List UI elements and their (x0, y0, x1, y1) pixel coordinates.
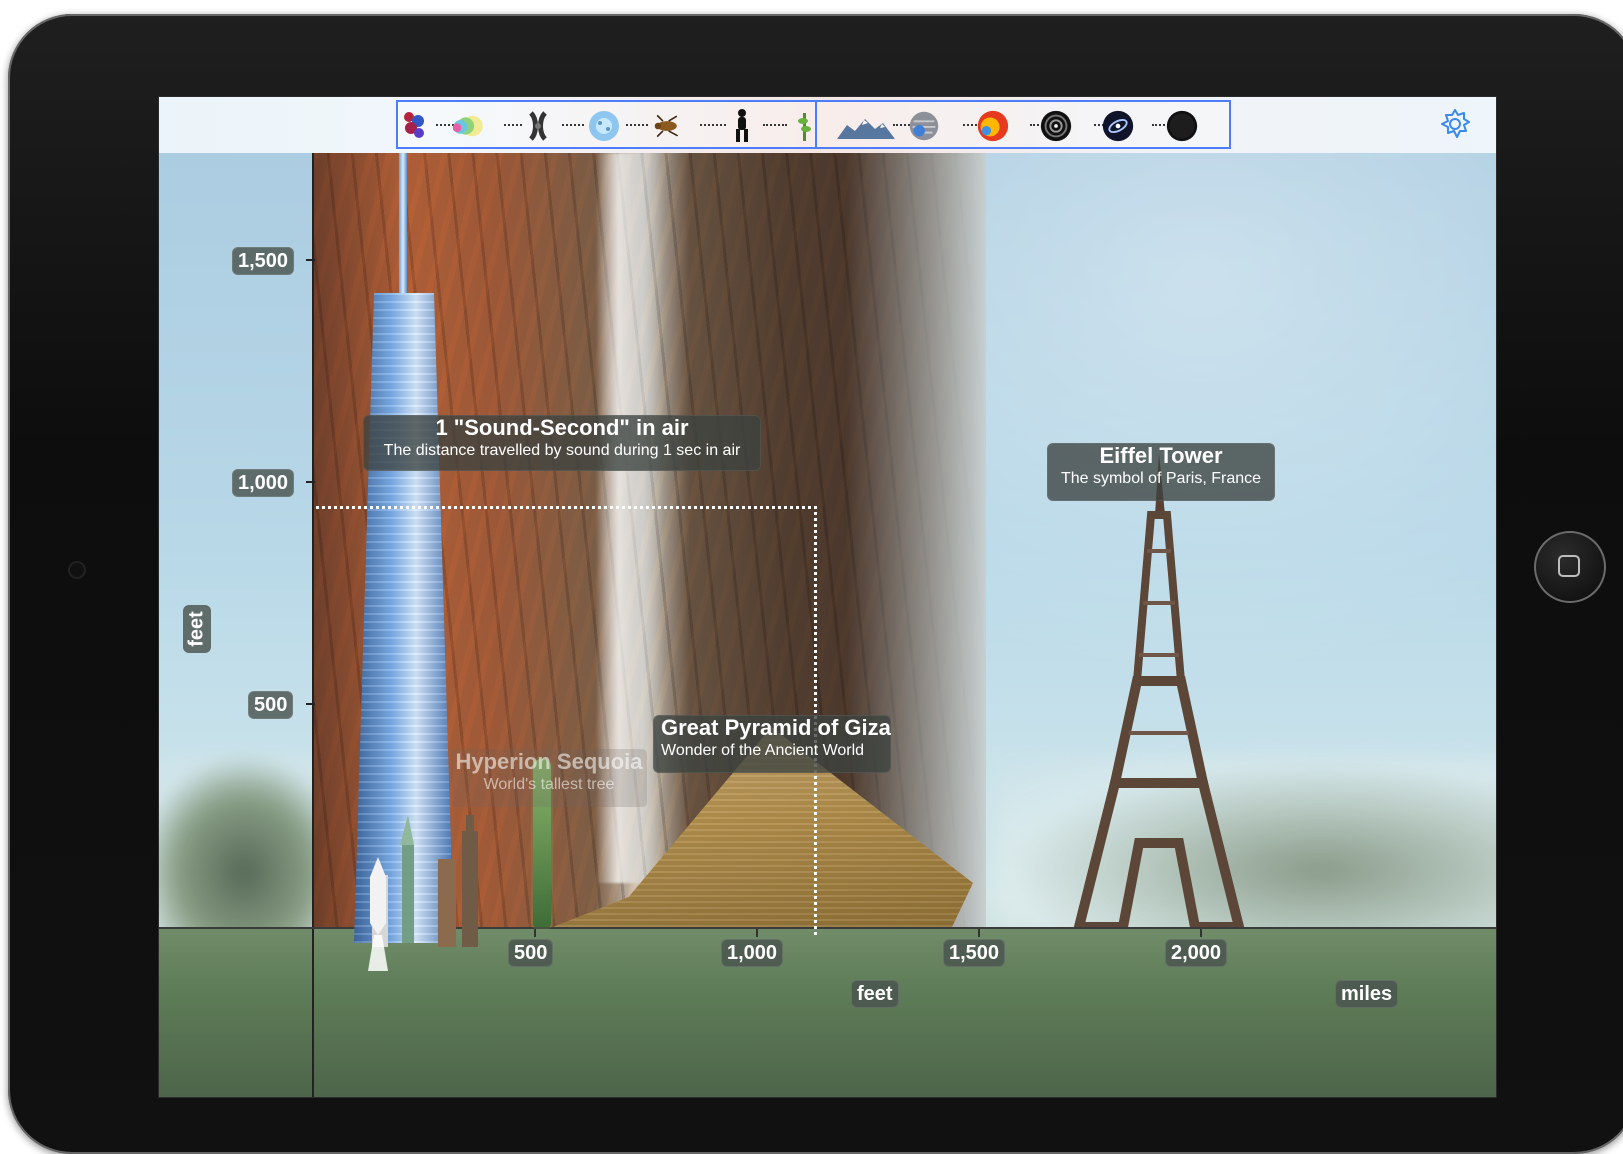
galaxy-icon[interactable] (1100, 107, 1136, 145)
y-axis-unit-label: feet (183, 605, 211, 653)
plant-icon[interactable] (786, 107, 822, 145)
great-pyramid-title: Great Pyramid of Giza (661, 715, 891, 740)
hyperion-sequoia-label[interactable]: Hyperion Sequoia World's tallest tree (451, 749, 647, 807)
eiffel-tower-label[interactable]: Eiffel Tower The symbol of Paris, France (1047, 443, 1275, 501)
scale-view[interactable]: 1,500 1,000 500 feet 500 1,000 1,500 2,0… (159, 153, 1496, 1097)
great-pyramid-subtitle: Wonder of the Ancient World (661, 742, 865, 759)
home-button[interactable] (1534, 531, 1606, 603)
x-tick-label: 2,000 (1165, 939, 1228, 967)
y-tick-mark (306, 259, 315, 261)
x-tick-label: 1,500 (943, 939, 1006, 967)
eiffel-tower-title: Eiffel Tower (1099, 443, 1223, 468)
top-toolbar (159, 97, 1496, 153)
x-tick-mark (978, 929, 980, 937)
scale-navigation-strip[interactable] (396, 100, 1231, 149)
strip-dotted-connector (562, 124, 584, 130)
black-hole-icon[interactable] (1164, 107, 1200, 145)
home-button-square-icon (1558, 555, 1580, 577)
molecule-icon[interactable] (396, 107, 432, 145)
hyperion-sequoia-title: Hyperion Sequoia (455, 749, 643, 774)
x-tick-label: 1,000 (721, 939, 784, 967)
planet-icon[interactable] (906, 107, 942, 145)
y-tick-label: 1,500 (232, 247, 295, 275)
cell-icon[interactable] (451, 107, 487, 145)
x-axis-unit-label: feet (851, 980, 899, 1008)
hyperion-sequoia-subtitle: World's tallest tree (483, 776, 615, 793)
secondary-unit-label: miles (1335, 980, 1399, 1008)
strip-dotted-connector (700, 124, 726, 130)
eiffel-tower-illustration[interactable] (1069, 453, 1249, 927)
gear-icon[interactable] (1438, 107, 1472, 141)
great-pyramid-label[interactable]: Great Pyramid of Giza Wonder of the Anci… (653, 715, 891, 773)
chromosome-icon[interactable] (520, 107, 556, 145)
eiffel-tower-subtitle: The symbol of Paris, France (1060, 470, 1262, 487)
y-axis-unit-text: feet (185, 611, 208, 647)
y-tick-label: 500 (248, 691, 294, 719)
front-camera (70, 563, 84, 577)
blood-cell-icon[interactable] (586, 107, 622, 145)
y-tick-mark (306, 703, 315, 705)
tablet-frame: 1,500 1,000 500 feet 500 1,000 1,500 2,0… (8, 14, 1623, 1154)
y-tick-mark (306, 481, 315, 483)
person-icon[interactable] (724, 107, 760, 145)
sound-second-label[interactable]: 1 "Sound-Second" in air The distance tra… (363, 415, 761, 471)
x-tick-mark (1200, 929, 1202, 937)
strip-dotted-connector (763, 124, 787, 130)
tower-spire (399, 153, 407, 298)
sound-second-subtitle: The distance travelled by sound during 1… (383, 442, 741, 459)
sun-icon[interactable] (974, 107, 1010, 145)
app-screen: 1,500 1,000 500 feet 500 1,000 1,500 2,0… (159, 97, 1496, 1097)
mountain-icon[interactable] (836, 107, 896, 145)
strip-dotted-connector (626, 124, 648, 130)
spiral-galaxy-icon[interactable] (1038, 107, 1074, 145)
y-axis-line (312, 153, 314, 1097)
y-tick-label: 1,000 (232, 469, 295, 497)
x-tick-label: 500 (508, 939, 554, 967)
sound-second-title: 1 "Sound-Second" in air (435, 415, 689, 440)
insect-icon[interactable] (649, 107, 685, 145)
